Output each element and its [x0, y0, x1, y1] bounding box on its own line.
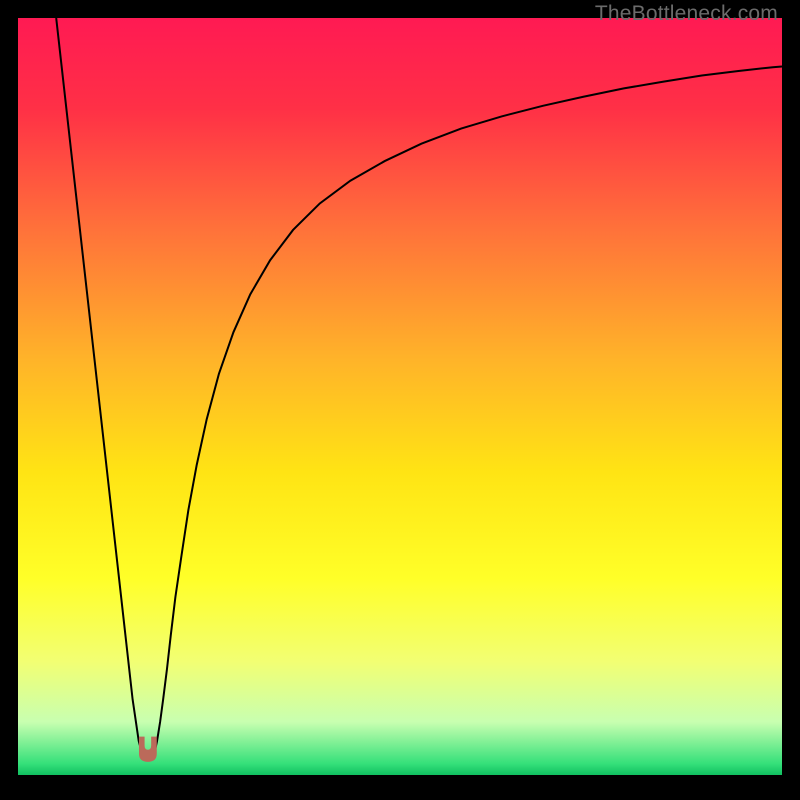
- chart-svg: [18, 18, 782, 775]
- chart-frame: TheBottleneck.com: [0, 0, 800, 800]
- plot-area: [18, 18, 782, 775]
- gradient-background: [18, 18, 782, 775]
- watermark-text: TheBottleneck.com: [595, 2, 778, 26]
